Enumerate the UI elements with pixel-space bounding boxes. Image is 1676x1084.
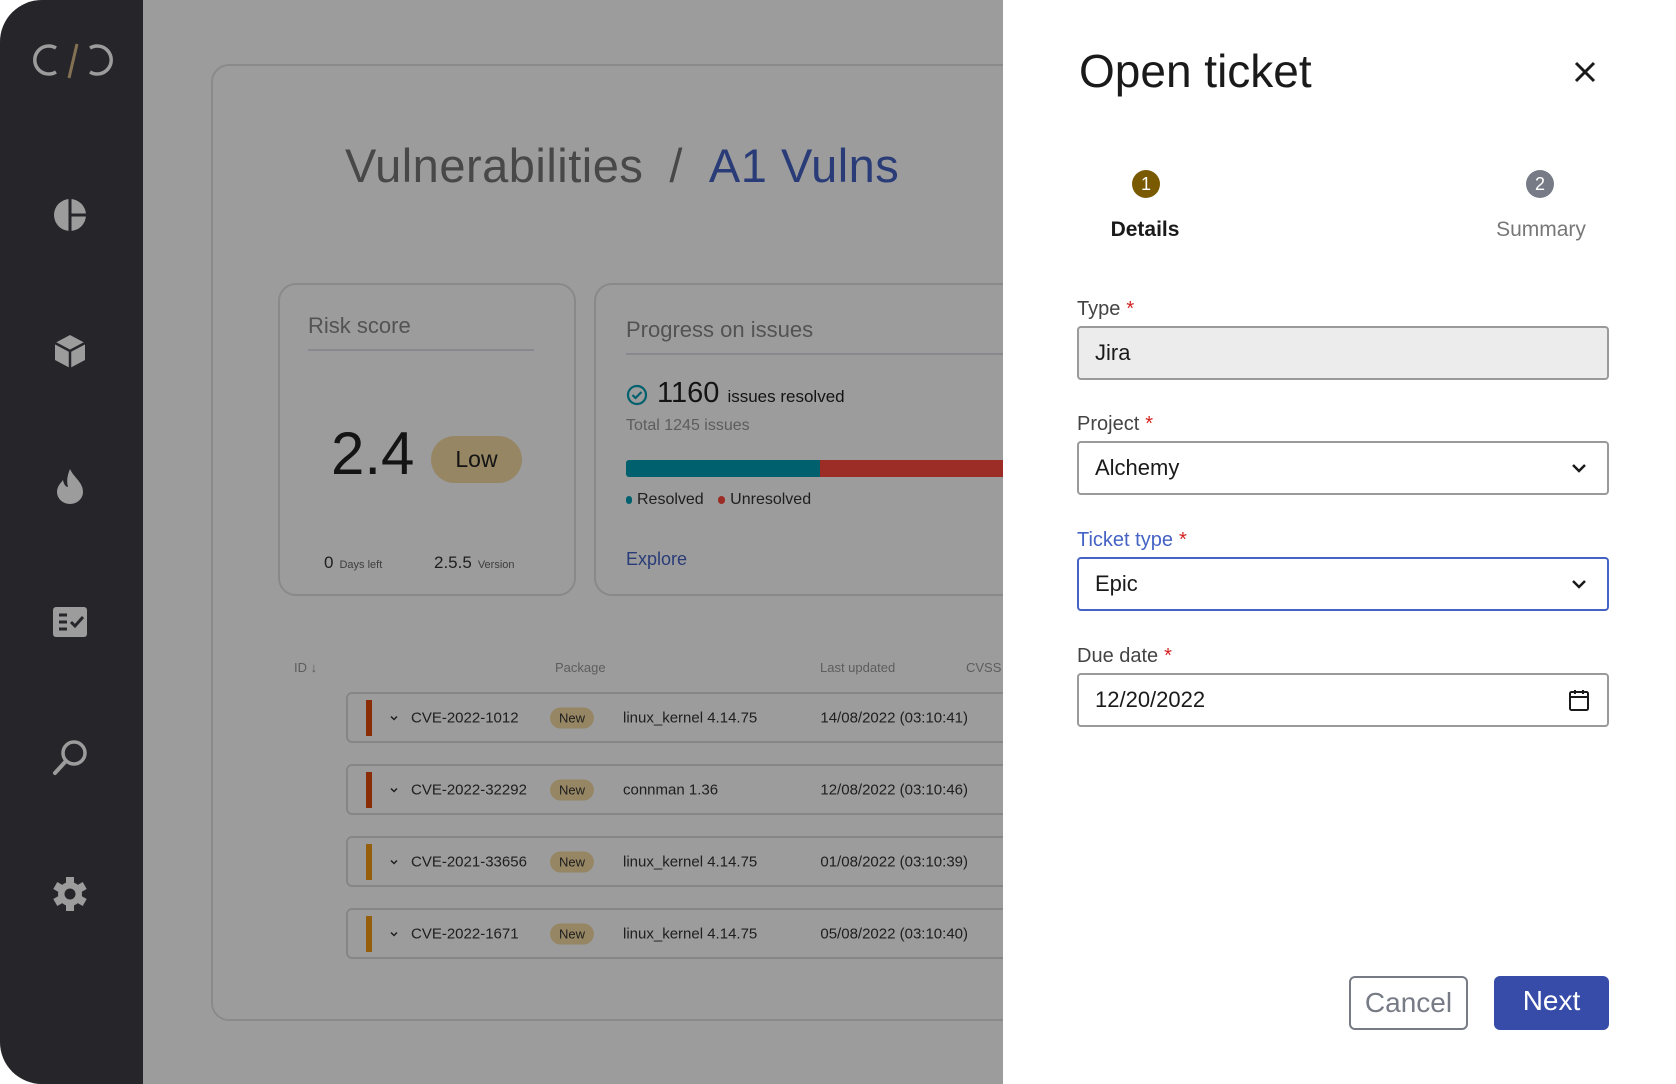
ticket-type-value: Epic bbox=[1095, 571, 1138, 596]
ticket-type-label-text: Ticket type bbox=[1077, 529, 1173, 551]
cancel-button[interactable]: Cancel bbox=[1349, 976, 1468, 1030]
type-label-text: Type bbox=[1077, 298, 1121, 320]
due-date-label: Due date * bbox=[1077, 645, 1172, 668]
project-label: Project * bbox=[1077, 413, 1153, 436]
ticket-type-label: Ticket type * bbox=[1077, 529, 1187, 552]
chevron-down-icon bbox=[1572, 580, 1586, 589]
step-2-label[interactable]: Summary bbox=[1496, 218, 1586, 242]
required-marker: * bbox=[1164, 645, 1172, 667]
next-button[interactable]: Next bbox=[1494, 976, 1609, 1030]
open-ticket-dialog: Open ticket 1 Details 2 Summary Type * Ji… bbox=[1003, 0, 1676, 1084]
due-date-value: 12/20/2022 bbox=[1095, 687, 1206, 712]
project-label-text: Project bbox=[1077, 413, 1140, 435]
required-marker: * bbox=[1126, 298, 1135, 320]
calendar-icon[interactable] bbox=[1567, 688, 1591, 712]
step-1-label[interactable]: Details bbox=[1111, 218, 1180, 242]
type-label: Type * bbox=[1077, 298, 1134, 321]
chevron-down-icon bbox=[1572, 464, 1586, 473]
required-marker: * bbox=[1145, 413, 1154, 435]
project-select[interactable]: Alchemy bbox=[1077, 441, 1609, 495]
step-2-indicator[interactable]: 2 bbox=[1526, 170, 1554, 198]
close-icon[interactable] bbox=[1569, 56, 1601, 88]
step-1-indicator[interactable]: 1 bbox=[1132, 170, 1160, 198]
project-value: Alchemy bbox=[1095, 455, 1180, 480]
dialog-title: Open ticket bbox=[1079, 45, 1312, 97]
app-root: Vulnerabilities / A1 Vulns Risk score 2.4 … bbox=[0, 0, 1676, 1084]
due-date-input[interactable]: 12/20/2022 bbox=[1077, 673, 1609, 727]
required-marker: * bbox=[1178, 529, 1187, 551]
modal-backdrop[interactable] bbox=[0, 0, 1003, 1084]
type-field[interactable]: Jira bbox=[1077, 326, 1609, 380]
ticket-type-select[interactable]: Epic bbox=[1077, 557, 1609, 611]
due-date-label-text: Due date bbox=[1077, 645, 1159, 667]
